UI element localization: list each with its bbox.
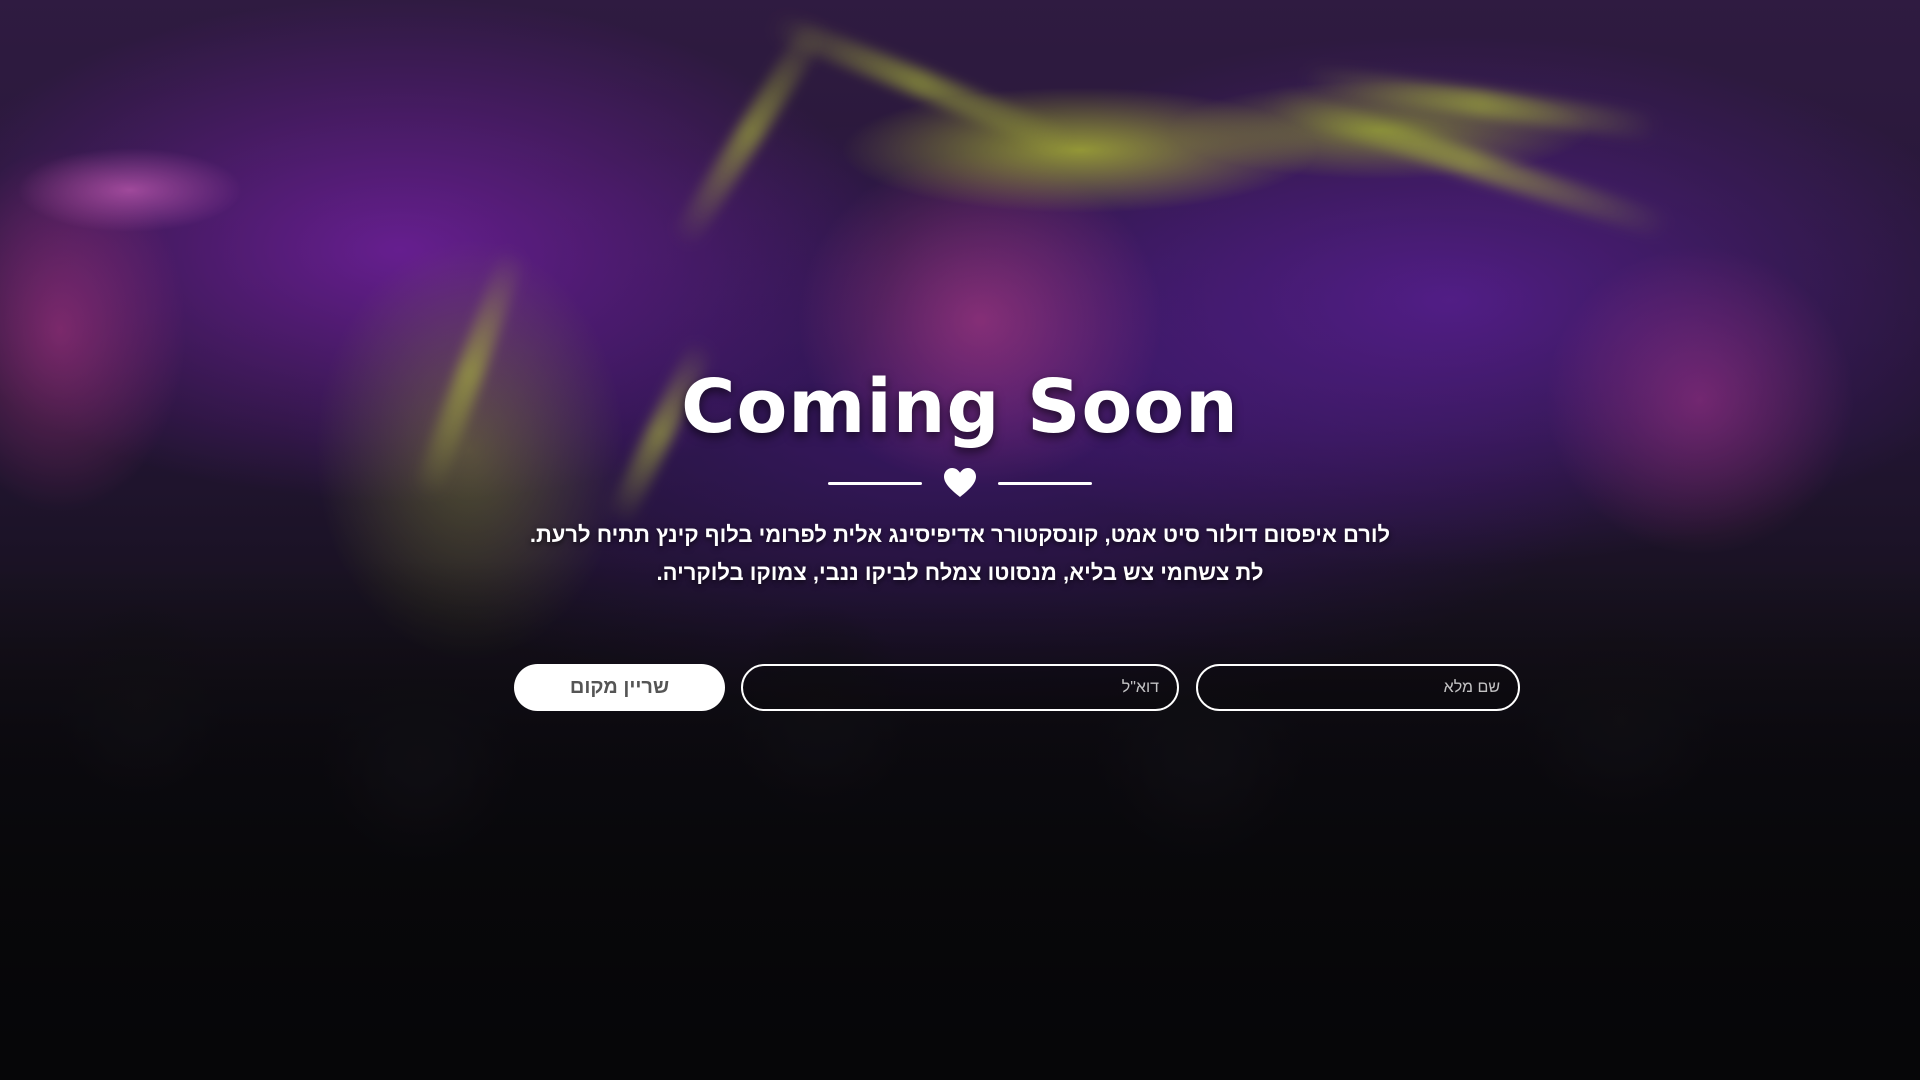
hero-description: לורם איפסום דולור סיט אמט, קונסקטורר אדי… xyxy=(460,516,1460,592)
reserve-spot-button[interactable]: שריין מקום xyxy=(514,664,725,711)
title-divider xyxy=(0,468,1920,498)
hero-section: Coming Soon לורם איפסום דולור סיט אמט, ק… xyxy=(0,0,1920,1080)
divider-line-right xyxy=(998,481,1092,485)
page-title: Coming Soon xyxy=(681,364,1239,450)
heart-icon xyxy=(944,468,976,497)
full-name-input[interactable] xyxy=(1196,664,1520,711)
description-line: לורם איפסום דולור סיט אמט, קונסקטורר אדי… xyxy=(529,522,1391,547)
email-input[interactable] xyxy=(741,664,1179,711)
hero-content: Coming Soon לורם איפסום דולור סיט אמט, ק… xyxy=(0,0,1920,1080)
divider-line-left xyxy=(828,481,922,485)
description-line: לת צשחמי צש בליא, מנסוטו צמלח לביקו ננבי… xyxy=(656,560,1264,585)
signup-form: שריין מקום xyxy=(514,664,1520,711)
